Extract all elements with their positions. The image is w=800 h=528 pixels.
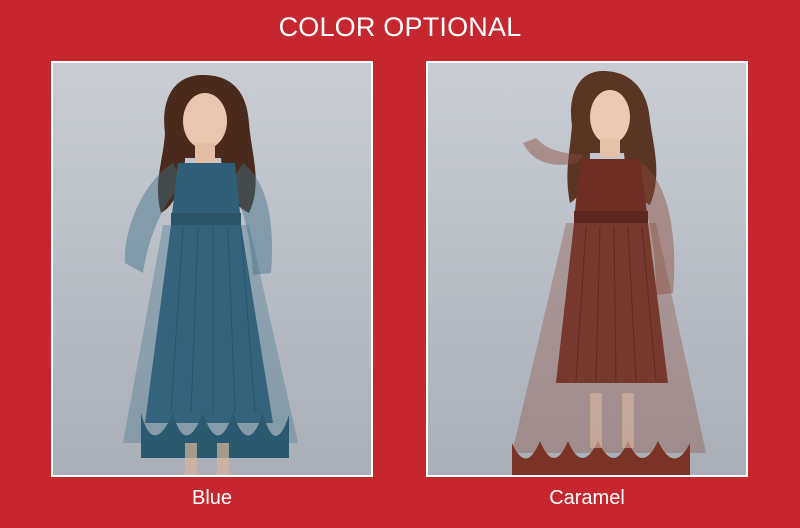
page-title: COLOR OPTIONAL: [278, 12, 522, 42]
model-illustration-caramel: [512, 71, 706, 475]
model-illustration-blue: [123, 75, 298, 475]
product-image-caramel: [426, 61, 748, 477]
product-image-blue: [51, 61, 373, 477]
color-label-caramel: Caramel: [549, 487, 625, 509]
color-label-blue: Blue: [191, 487, 233, 509]
